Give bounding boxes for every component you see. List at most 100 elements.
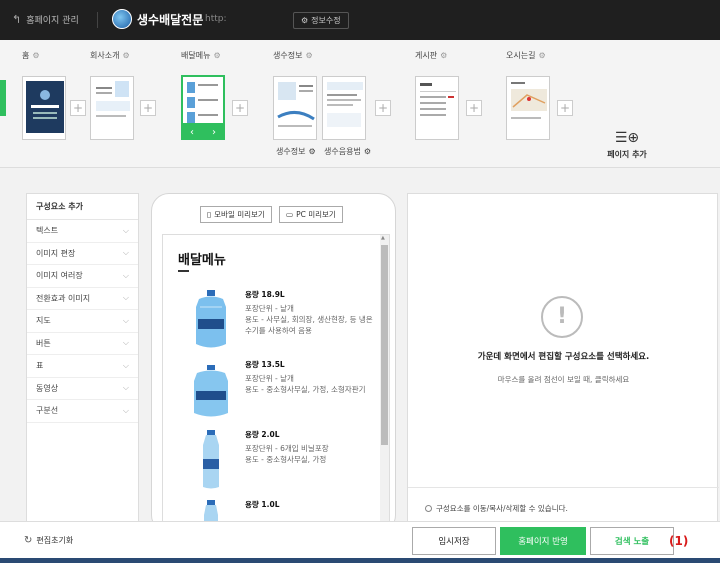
search-exposure-button[interactable]: 검색 노출	[590, 527, 674, 555]
add-page-button[interactable]: +	[140, 100, 156, 116]
add-page-button[interactable]: +	[557, 100, 573, 116]
add-page-button-main[interactable]: ☰⊕ 페이지 추가	[604, 130, 650, 160]
apply-homepage-button[interactable]: 홈페이지 반영	[500, 527, 586, 555]
mobile-preview-button[interactable]: ▯ 모바일 미리보기	[200, 206, 272, 223]
page-thumbnail-water-drinking[interactable]	[322, 76, 366, 140]
page-home[interactable]: 홈 ⚙	[22, 50, 40, 61]
page-company[interactable]: 회사소개 ⚙	[90, 50, 130, 61]
temp-save-button[interactable]: 임시저장	[412, 527, 496, 555]
thumbnail-preview	[187, 82, 218, 123]
component-table[interactable]: 표 ⌵	[27, 355, 138, 378]
gear-icon[interactable]: ⚙	[213, 51, 220, 60]
chevron-left-icon[interactable]: ‹	[190, 127, 194, 138]
add-list-icon: ☰⊕	[614, 130, 640, 146]
component-multi-image[interactable]: 이미지 여러장 ⌵	[27, 265, 138, 288]
gear-icon[interactable]: ⚙	[122, 51, 129, 60]
product-desc: 포장단위 - 낱개 용도 - 중소형사무실, 가정, 소형자판기	[245, 374, 366, 394]
scroll-up-icon[interactable]: ▲	[381, 235, 385, 241]
gear-icon[interactable]: ⚙	[440, 51, 447, 60]
chevron-down-icon: ⌵	[122, 338, 129, 348]
gear-icon[interactable]: ⚙	[32, 51, 39, 60]
subpage-water-info[interactable]: 생수정보 ⚙	[276, 146, 316, 157]
chevron-down-icon: ⌵	[122, 315, 129, 325]
page-strip: 홈 ⚙ + 회사소개 ⚙ + 배달메뉴 ⚙ ‹ › + 생수정보 ⚙ 생수정보 …	[0, 40, 720, 168]
gear-icon[interactable]: ⚙	[364, 147, 371, 156]
thumbnail-preview	[511, 82, 547, 119]
chevron-down-icon: ⌵	[122, 405, 129, 415]
page-label: 오시는길	[506, 51, 536, 60]
site-logo	[112, 9, 132, 29]
add-page-button[interactable]: +	[375, 100, 391, 116]
page-thumbnail-delivery-menu[interactable]	[181, 75, 225, 125]
page-thumbnail-water-info[interactable]	[273, 76, 317, 140]
subpage-water-drinking[interactable]: 생수음용법 ⚙	[324, 146, 371, 157]
chevron-down-icon: ⌵	[122, 225, 129, 235]
page-board[interactable]: 게시판 ⚙	[415, 50, 447, 61]
monitor-icon: ▭	[286, 210, 294, 219]
page-water-info[interactable]: 생수정보 ⚙	[273, 50, 313, 61]
add-page-button[interactable]: +	[232, 100, 248, 116]
product-name: 용량 2.0L	[245, 430, 280, 439]
component-divider[interactable]: 구분선 ⌵	[27, 400, 138, 423]
page-delivery-menu[interactable]: 배달메뉴 ⚙	[181, 50, 221, 61]
page-thumbnail-company[interactable]	[90, 76, 134, 140]
info-edit-button[interactable]: ⚙ 정보수정	[293, 12, 349, 29]
gear-icon[interactable]: ⚙	[538, 51, 545, 60]
gear-icon[interactable]: ⚙	[305, 51, 312, 60]
page-label: 게시판	[415, 51, 438, 60]
page-move-controls: ‹ ›	[181, 125, 225, 140]
back-label: 홈페이지 관리	[26, 16, 79, 26]
chevron-down-icon: ⌵	[122, 270, 129, 280]
product-item[interactable]: 용량 18.9L 포장단위 - 낱개 용도 - 사무실, 회의장, 생산현장, …	[178, 289, 378, 359]
page-thumbnail-home[interactable]	[22, 76, 66, 140]
menu-title: 배달메뉴	[178, 253, 226, 268]
bottom-action-bar: ↻ 편집초기화 임시저장 홈페이지 반영 검색 노출 (1)	[0, 521, 720, 563]
back-arrow-icon: ↰	[12, 13, 22, 26]
select-component-hint: 마우스를 올려 점선이 보일 때, 클릭하세요	[497, 375, 630, 384]
component-video[interactable]: 동영상 ⌵	[27, 378, 138, 400]
back-to-homepage-management[interactable]: ↰ 홈페이지 관리	[12, 13, 79, 26]
top-bar: ↰ 홈페이지 관리 생수배달전문 http: ⚙ 정보수정	[0, 0, 720, 40]
properties-panel: ! 가운데 화면에서 편집할 구성요소를 선택하세요. 마우스를 올려 점선이 …	[407, 193, 719, 531]
page-thumbnail-board[interactable]	[415, 76, 459, 140]
thumbnail-preview	[327, 82, 363, 127]
gear-icon: ⚙	[301, 16, 309, 25]
preview-scrollbar[interactable]: ▲	[380, 235, 389, 534]
water-bottle-image	[194, 365, 228, 417]
preview-screen[interactable]: 배달메뉴 용량 18.9L 포장단위 - 낱개 용도 - 사무실, 회의장, 생…	[162, 234, 390, 534]
thumbnail-preview	[26, 81, 64, 133]
chevron-right-icon[interactable]: ›	[212, 127, 216, 138]
scrollbar-thumb[interactable]	[381, 245, 388, 445]
divider	[408, 487, 719, 488]
component-button[interactable]: 버튼 ⌵	[27, 333, 138, 355]
product-name: 용량 18.9L	[245, 290, 285, 299]
gear-icon[interactable]: ⚙	[308, 147, 315, 156]
component-map[interactable]: 지도 ⌵	[27, 310, 138, 333]
component-panel: 구성요소 추가 텍스트 ⌵ 이미지 편장 ⌵ 이미지 여러장 ⌵ 전환효과 이미지 ⌵ …	[26, 193, 139, 523]
product-item[interactable]: 용량 2.0L 포장단위 - 6개입 비닐포장 용도 - 중소형사무실, 가정	[178, 429, 378, 499]
page-label: 생수정보	[273, 51, 303, 60]
pc-preview-button[interactable]: ▭ PC 미리보기	[279, 206, 343, 223]
divider	[97, 12, 98, 28]
chevron-down-icon: ⌵	[122, 360, 129, 370]
chevron-down-icon: ⌵	[122, 248, 129, 258]
page-label: 배달메뉴	[181, 51, 211, 60]
radio-icon	[425, 505, 432, 512]
add-page-button[interactable]: +	[466, 100, 482, 116]
subpage-label: 생수음용법	[324, 147, 361, 156]
chevron-down-icon: ⌵	[122, 293, 129, 303]
refresh-icon: ↻	[24, 535, 33, 546]
product-desc: 포장단위 - 6개입 비닐포장 용도 - 중소형사무실, 가정	[245, 444, 329, 464]
strip-side-tab[interactable]	[0, 80, 6, 116]
page-thumbnail-directions[interactable]	[506, 76, 550, 140]
reset-edit-button[interactable]: ↻ 편집초기화	[24, 535, 73, 546]
title-underline	[178, 270, 189, 272]
component-text[interactable]: 텍스트 ⌵	[27, 220, 138, 243]
page-directions[interactable]: 오시는길 ⚙	[506, 50, 546, 61]
component-transition-image[interactable]: 전환효과 이미지 ⌵	[27, 288, 138, 310]
product-item[interactable]: 용량 13.5L 포장단위 - 낱개 용도 - 중소형사무실, 가정, 소형자판…	[178, 359, 378, 429]
add-page-button[interactable]: +	[70, 100, 86, 116]
site-url[interactable]: http:	[205, 14, 227, 24]
component-single-image[interactable]: 이미지 편장 ⌵	[27, 243, 138, 265]
os-taskbar	[0, 558, 720, 563]
